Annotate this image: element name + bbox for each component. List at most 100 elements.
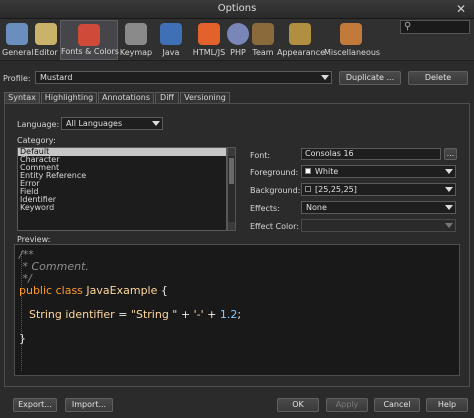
language-value: All Languages	[66, 119, 123, 128]
brace-open: {	[160, 284, 168, 297]
plus-op: +	[207, 308, 217, 321]
html5-icon	[198, 23, 220, 45]
tab-highlighting[interactable]: Highlighting	[41, 92, 97, 103]
tab-diff[interactable]: Diff	[155, 92, 179, 103]
toolbar-keymap[interactable]: Keymap	[119, 20, 153, 60]
scroll-up-button[interactable]	[228, 148, 235, 156]
effects-value: None	[306, 203, 327, 212]
plus-op: +	[180, 308, 191, 321]
toolbar-java[interactable]: Java	[156, 20, 186, 60]
java-icon	[160, 23, 182, 45]
keyword-public: public	[19, 284, 53, 297]
category-list[interactable]: Default Character Comment Entity Referen…	[17, 147, 227, 231]
effect-color-label: Effect Color:	[250, 222, 300, 231]
window-title: Options	[217, 3, 257, 14]
apply-button[interactable]: Apply	[326, 398, 368, 412]
import-button[interactable]: Import...	[65, 398, 113, 412]
font-browse-button[interactable]: ...	[444, 148, 457, 160]
toolbar-label: Miscellaneous	[324, 48, 381, 57]
effect-color-select[interactable]	[301, 219, 456, 232]
profile-label: Profile:	[3, 74, 31, 83]
toolbar-team[interactable]: Team	[251, 20, 275, 60]
toolbar-label: PHP	[230, 48, 246, 57]
search-input[interactable]	[415, 21, 467, 33]
toolbar-label: Team	[252, 48, 274, 57]
cancel-button[interactable]: Cancel	[374, 398, 420, 412]
general-icon	[6, 23, 28, 45]
effects-select[interactable]: None	[301, 201, 456, 214]
type-name: String	[29, 308, 62, 321]
class-name: JavaExample	[86, 284, 158, 297]
background-value: [25,25,25]	[315, 185, 357, 194]
duplicate-button[interactable]: Duplicate ...	[339, 71, 401, 85]
toolbar-appearance[interactable]: Appearance	[277, 20, 326, 60]
chevron-down-icon	[445, 205, 453, 210]
export-button[interactable]: Export...	[13, 398, 57, 412]
miscellaneous-icon	[340, 23, 362, 45]
semicolon: ;	[237, 308, 242, 321]
category-scrollbar[interactable]	[227, 147, 236, 231]
profile-select[interactable]: Mustard	[35, 71, 332, 84]
fonts-colors-icon	[78, 24, 100, 46]
search-icon: ⚲	[404, 21, 412, 32]
char-literal: '-'	[193, 308, 204, 321]
category-toolbar: General Editor Fonts & Colors Keymap Jav…	[0, 19, 474, 61]
chevron-down-icon	[445, 223, 453, 228]
chevron-down-icon	[152, 121, 160, 126]
code-preview: /** * Comment. */ public class JavaExamp…	[14, 244, 460, 376]
profile-value: Mustard	[40, 73, 73, 82]
foreground-value: White	[315, 167, 339, 176]
appearance-icon	[289, 23, 311, 45]
help-button[interactable]: Help	[426, 398, 468, 412]
number-literal: 1.2	[219, 308, 238, 321]
color-swatch	[305, 186, 311, 192]
string-literal: "String "	[130, 308, 178, 321]
toolbar-label: Appearance	[277, 48, 326, 57]
font-label: Font:	[250, 151, 271, 160]
toolbar-general[interactable]: General	[2, 20, 34, 60]
chevron-down-icon	[321, 75, 329, 80]
list-item[interactable]: Entity Reference	[18, 172, 226, 180]
assign-op: =	[118, 308, 128, 321]
toolbar-label: Editor	[34, 48, 58, 57]
chevron-down-icon	[445, 169, 453, 174]
toolbar-label: HTML/JS	[192, 48, 226, 57]
foreground-select[interactable]: White	[301, 165, 456, 178]
background-select[interactable]: [25,25,25]	[301, 183, 456, 196]
list-item[interactable]: Error	[18, 180, 226, 188]
brace-close: }	[19, 332, 26, 345]
effects-label: Effects:	[250, 204, 280, 213]
title-bar: Options ✕	[0, 0, 474, 19]
editor-icon	[35, 23, 57, 45]
ok-button[interactable]: OK	[277, 398, 319, 412]
delete-button[interactable]: Delete	[408, 71, 468, 85]
toolbar-label: General	[2, 48, 34, 57]
font-field[interactable]: Consolas 16	[301, 148, 441, 160]
keymap-icon	[125, 23, 147, 45]
language-label: Language:	[17, 120, 60, 129]
tab-versioning[interactable]: Versioning	[180, 92, 230, 103]
category-label: Category:	[17, 136, 56, 145]
foreground-label: Foreground:	[250, 168, 299, 177]
close-icon[interactable]: ✕	[454, 2, 468, 16]
team-icon	[252, 23, 274, 45]
language-select[interactable]: All Languages	[61, 117, 163, 130]
tab-annotations[interactable]: Annotations	[98, 92, 154, 103]
list-item[interactable]: Keyword	[18, 204, 226, 212]
background-label: Background:	[250, 186, 301, 195]
chevron-down-icon	[445, 187, 453, 192]
tab-syntax[interactable]: Syntax	[4, 92, 40, 103]
toolbar-fonts-colors[interactable]: Fonts & Colors	[60, 20, 119, 60]
toolbar-label: Fonts & Colors	[61, 47, 119, 56]
scroll-thumb[interactable]	[229, 158, 234, 184]
class-declaration: public class JavaExample {	[19, 284, 168, 297]
toolbar-php[interactable]: PHP	[227, 20, 249, 60]
scroll-down-button[interactable]	[228, 222, 235, 230]
toolbar-miscellaneous[interactable]: Miscellaneous	[324, 20, 381, 60]
toolbar-editor[interactable]: Editor	[33, 20, 59, 60]
php-icon	[227, 23, 249, 45]
options-search[interactable]: ⚲	[400, 20, 470, 34]
toolbar-label: Java	[162, 48, 180, 57]
toolbar-html-js[interactable]: HTML/JS	[191, 20, 227, 60]
identifier: identifier	[65, 308, 115, 321]
